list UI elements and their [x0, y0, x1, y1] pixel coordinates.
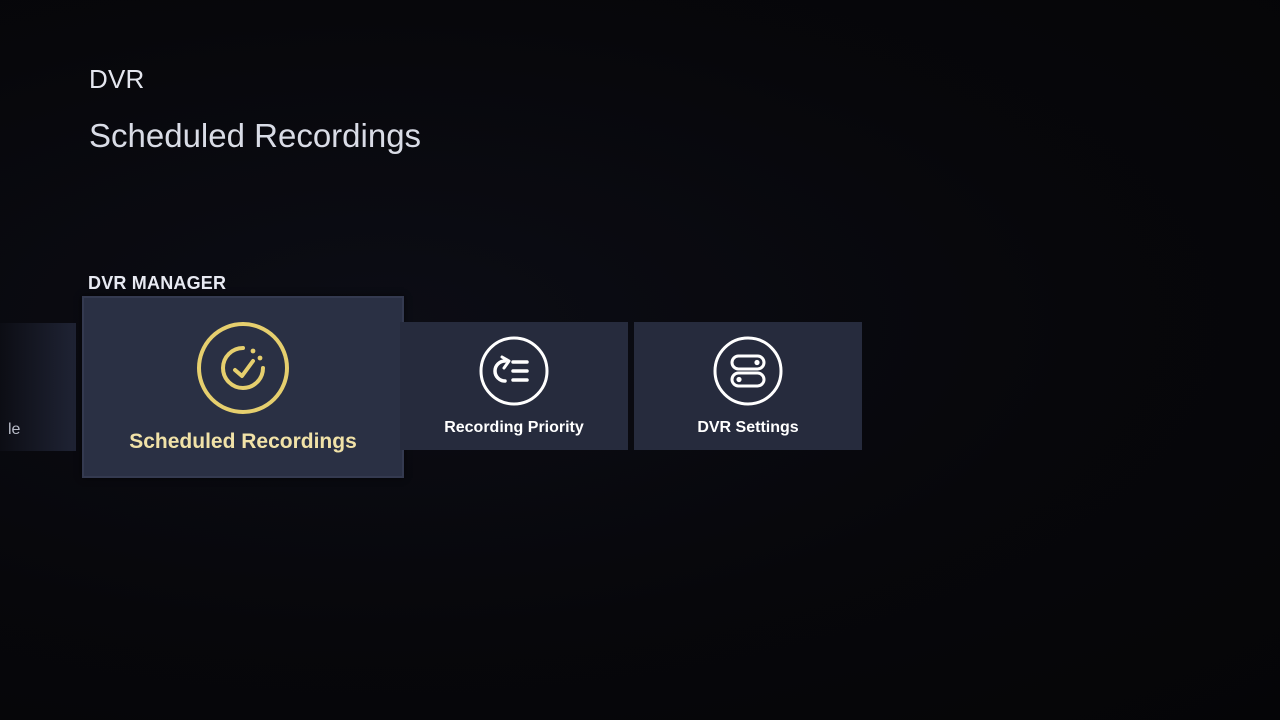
page-title: Scheduled Recordings — [89, 117, 422, 154]
breadcrumb: DVR — [89, 64, 145, 94]
settings-toggles-icon — [712, 335, 784, 407]
tile-recording-priority[interactable]: Recording Priority — [400, 322, 628, 450]
tile-label-scheduled-recordings: Scheduled Recordings — [129, 430, 357, 453]
dvr-screen: DVR Scheduled Recordings DVR MANAGER le … — [0, 0, 1280, 720]
section-label-dvr-manager: DVR MANAGER — [88, 273, 227, 293]
tile-partial-previous[interactable]: le — [0, 323, 76, 451]
tile-label-dvr-settings: DVR Settings — [697, 419, 799, 436]
tile-dvr-settings[interactable]: DVR Settings — [634, 322, 862, 450]
scheduled-clock-icon — [195, 320, 291, 416]
tile-scheduled-recordings[interactable]: Scheduled Recordings — [82, 296, 404, 478]
tile-partial-label: le — [8, 421, 21, 438]
tile-label-recording-priority: Recording Priority — [444, 419, 584, 436]
priority-list-icon — [478, 335, 550, 407]
